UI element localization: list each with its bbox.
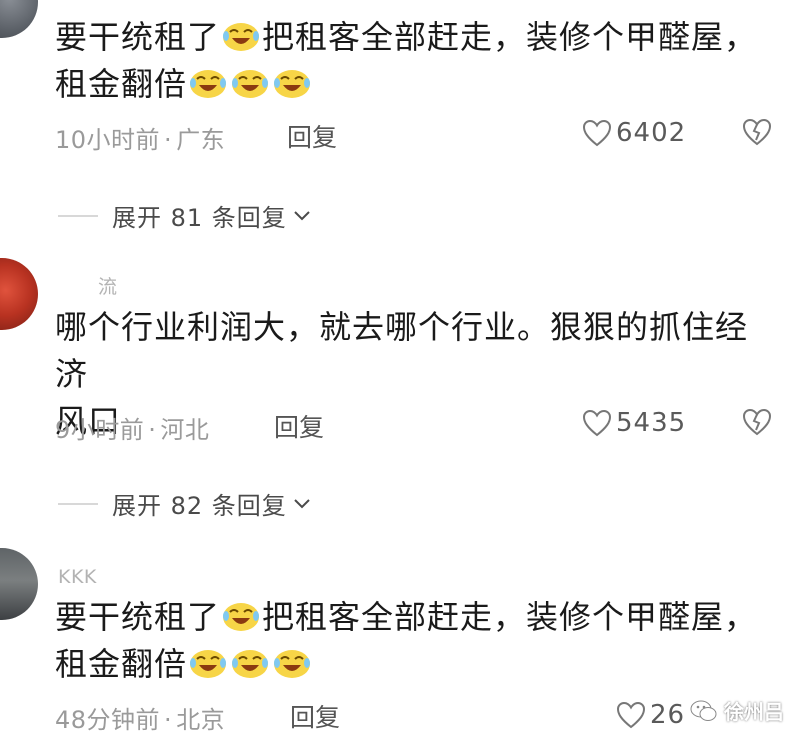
comment-text-part: 租金翻倍 [55,65,188,103]
watermark-text: 徐州吕 [724,700,784,724]
comment-text-part: 租金翻倍 [55,645,188,683]
comment-location: 广东 [176,126,226,154]
laughing-tears-emoji-icon [223,603,260,631]
comment-time: 48分钟前 [55,706,161,734]
avatar[interactable] [0,258,38,330]
watermark: 徐州吕 [690,696,784,725]
expand-replies-label: 展开 81 条回复 [112,204,287,232]
comment-meta: 48分钟前 · 北京 [55,700,225,735]
comment-location: 北京 [176,706,226,734]
reply-button[interactable]: 回复 [274,408,324,444]
broken-heart-icon [742,118,772,146]
heart-outline-icon [616,701,646,729]
chevron-down-icon [294,210,310,220]
laughing-tears-emoji-icon [232,70,269,98]
broken-heart-icon [742,408,772,436]
laughing-tears-emoji-icon [232,650,269,678]
avatar[interactable] [0,0,38,38]
comment-time: 9小时前 [55,416,145,444]
username[interactable]: 流 [98,272,118,299]
like-count: 5435 [616,408,687,438]
divider [58,502,98,505]
dislike-button[interactable] [742,408,772,440]
divider [58,214,98,217]
comment-text-part: 把租客全部赶走，装修个甲醛屋， [262,18,758,56]
dislike-button[interactable] [742,118,772,150]
comment-time: 10小时前 [55,126,161,154]
expand-replies-button[interactable]: 展开 81 条回复 [58,198,311,233]
laughing-tears-emoji-icon [190,70,227,98]
separator-dot: · [164,126,173,154]
heart-outline-icon [582,119,612,147]
wechat-icon [690,700,717,721]
username[interactable]: KKK [58,566,97,588]
like-button[interactable]: 6402 [582,118,686,148]
expand-replies-label: 展开 82 条回复 [112,492,287,520]
reply-button[interactable]: 回复 [287,118,337,154]
comment-meta: 9小时前 · 河北 [55,410,209,445]
laughing-tears-emoji-icon [223,23,260,51]
laughing-tears-emoji-icon [190,650,227,678]
comment-text-part: 要干统租了 [55,598,221,636]
comment-meta: 10小时前 · 广东 [55,120,225,155]
separator-dot: · [164,706,173,734]
comment-text: 要干统租了 把租客全部赶走，装修个甲醛屋， 租金翻倍 [55,594,775,688]
avatar[interactable] [0,548,38,620]
comment-text-part: 把租客全部赶走，装修个甲醛屋， [262,598,758,636]
separator-dot: · [148,416,157,444]
like-count: 26 [650,700,686,730]
like-button[interactable]: 26 [616,700,685,730]
heart-outline-icon [582,409,612,437]
comment-text-part: 哪个行业利润大，就去哪个行业。狠狠的抓住经济 [55,308,749,393]
like-button[interactable]: 5435 [582,408,686,438]
expand-replies-button[interactable]: 展开 82 条回复 [58,486,311,521]
laughing-tears-emoji-icon [274,650,311,678]
comment-text-part: 要干统租了 [55,18,221,56]
chevron-down-icon [294,498,310,508]
comment-text: 要干统租了 把租客全部赶走，装修个甲醛屋， 租金翻倍 [55,14,775,108]
comment-location: 河北 [160,416,210,444]
laughing-tears-emoji-icon [274,70,311,98]
like-count: 6402 [616,118,687,148]
reply-button[interactable]: 回复 [290,698,340,734]
